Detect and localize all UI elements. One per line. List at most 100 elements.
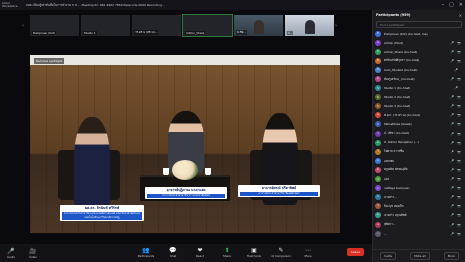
participant-row[interactable]: หห้องรูมเรียน_ (Co-host) 🎤 📷 (375, 74, 463, 83)
avatar: A (375, 39, 381, 46)
chat-button[interactable]: 💬 Chat (162, 244, 184, 260)
avatar: C (375, 66, 381, 73)
participant-name: Cam_Studio2 (Co-host) (384, 67, 418, 72)
leave-button[interactable]: Leave (347, 248, 364, 256)
spotlight-video[interactable]: Remove spotlight ผศ.ดร. จิรนันท์ ทวีรักษ… (30, 55, 340, 233)
participant-row[interactable]: •... 🎤 📷 (375, 229, 463, 238)
participant-name: SDInstitute (Guest) (384, 122, 412, 127)
participant-name: ... (384, 231, 387, 236)
avatar: S (375, 103, 381, 110)
name-caption: อาจารย์ศรณ์ ปรีดาธิพย์ อาจารย์ประจำสาขาว… (238, 185, 320, 197)
participant-name: Atit (384, 177, 389, 182)
video-button[interactable]: 🎥 Video (22, 245, 44, 261)
avatar: S (375, 121, 381, 128)
participant-row[interactable]: S Studio 3 (Co-host) 🎤 📷 (375, 102, 463, 111)
participant-name: nattaya boonjuan (384, 186, 410, 191)
meeting-title: ลงทะเบียนรู้เท่าทันสื่อในการทำงาน 5 ส ..… (26, 2, 165, 7)
mute-all-button[interactable]: Mute all (410, 252, 430, 260)
camera-off-icon: 📷 (457, 77, 461, 82)
mic-off-icon: 🎤 (450, 222, 455, 227)
participant-name: ครูคณิต พรหมอุทัย (384, 167, 408, 172)
thumbnail[interactable]: วร.ตร.น (สระน)... (132, 15, 181, 36)
flower-vase (172, 160, 198, 180)
host-tools-button[interactable]: ▣ Host tools (243, 244, 265, 260)
thumbnail-prev-icon[interactable]: ‹ (22, 23, 24, 29)
mic-off-icon: 🎤 (450, 186, 455, 191)
share-icon: ⬆ (224, 246, 230, 254)
participant-row[interactable]: ปปิยะนุช ทองเล็ก 🎤 📷 (375, 202, 463, 211)
participant-row[interactable]: A Admin (Host) 🎤 📷 (375, 38, 463, 47)
participant-row[interactable]: P Pumpruen (Kr2) (Co-host, me) (375, 29, 463, 38)
participant-row[interactable]: นนางสาว อรุณทิพย์ 🎤 📷 (375, 211, 463, 220)
participants-panel: Participants (959) ✕ Find a participant … (372, 10, 465, 262)
avatar: P (375, 30, 381, 37)
mic-off-icon: 🎤 (450, 177, 455, 182)
avatar: A (375, 157, 381, 164)
thumbnail[interactable]: Studio 1 (81, 15, 130, 36)
more-options-button[interactable]: More (443, 252, 459, 260)
audio-button[interactable]: 🎤 Audio (0, 245, 22, 261)
participant-row[interactable]: A Atit 🎤 📷 (375, 175, 463, 184)
thumbnail[interactable]: Pumpruen (Kr2) (30, 15, 79, 36)
mic-off-icon: 🎤 (450, 58, 455, 63)
participant-name: Admin (Host) (384, 40, 403, 45)
camera-off-icon: 📷 (457, 186, 461, 191)
meeting-toolbar: 🎤 Audio 🎥 Video 👥 Participants 💬 Chat ❤ Rea… (0, 244, 372, 262)
participant-row[interactable]: ศศกรินทร์ศศิกุลรา (Co-host) 🎤 📷 (375, 56, 463, 65)
mic-off-icon: 🎤 (450, 77, 455, 82)
thumbnail[interactable]: Admin_Share (182, 14, 233, 37)
participant-row[interactable]: S Studio 2 (Co-host) 🎤 📷 (375, 93, 463, 102)
participant-name: ADMIN (384, 158, 394, 163)
close-panel-icon[interactable]: ✕ (459, 13, 462, 18)
share-button[interactable]: ⬆ Share (216, 244, 238, 260)
participants-icon: 👥 (142, 246, 150, 254)
avatar: S (375, 94, 381, 101)
invite-button[interactable]: Invite (380, 252, 397, 260)
participant-row[interactable]: C Cam_Studio2 (Co-host) 🎤 (375, 65, 463, 74)
camera-off-icon: 📷 (457, 113, 461, 118)
close-window-button[interactable]: ✕ (459, 2, 463, 8)
participant-row[interactable]: A ADMIN 🎤 📷 (375, 156, 463, 165)
participant-name: Pumpruen (Kr2) (Co-host, me) (384, 31, 428, 36)
ai-companion-button[interactable]: ✎ AI Companion (270, 244, 292, 260)
participant-row[interactable]: พพ.ผ.ก. (วร.ตร.น) (Co-host) 🎤 📷 (375, 111, 463, 120)
maximize-button[interactable]: ▢ (449, 2, 454, 8)
participant-row[interactable]: ไไพศาล ถาวรชื่น 🎤 📷 (375, 147, 463, 156)
thumbnail[interactable]: พ.ชัย... (234, 15, 283, 36)
camera-off-icon: 📷 (457, 131, 461, 136)
participant-row[interactable]: n nattaya boonjuan 🎤 📷 (375, 184, 463, 193)
participant-search-input[interactable]: Find a participant (376, 21, 462, 28)
remove-spotlight-button[interactable]: Remove spotlight (34, 58, 65, 64)
minimize-button[interactable]: – (442, 2, 445, 8)
participant-row[interactable]: คครูคณิต พรหมอุทัย 🎤 📷 (375, 165, 463, 174)
participants-button[interactable]: 👥 Participants (135, 244, 157, 260)
participant-name: สุพัตรา... (384, 222, 396, 227)
more-button[interactable]: ⋯ More (297, 244, 319, 260)
participant-name: ไพศาล ถาวรชื่น (384, 149, 404, 154)
mic-off-icon: 🎤 (450, 158, 455, 163)
avatar: n (375, 185, 381, 192)
participant-row[interactable]: ปป. ปรีชา (Co-host) 🎤 📷 (375, 129, 463, 138)
camera-off-icon: 📷 (457, 149, 461, 154)
mic-off-icon: 🎤 (450, 140, 455, 145)
thumbnail[interactable]: S... (285, 15, 334, 36)
participant-row[interactable]: S SDInstitute (Guest) 🎤 📷 (375, 120, 463, 129)
thumbnail-next-icon[interactable]: › (335, 23, 337, 29)
avatar: ห (375, 139, 381, 146)
speaker-left (74, 117, 110, 209)
react-button[interactable]: ❤ React (189, 244, 211, 260)
camera-off-icon: 📷 (457, 231, 461, 236)
participant-row[interactable]: หห. Admin Teeraphon (...) 🎤 📷 (375, 138, 463, 147)
meeting-stage: ‹ Pumpruen (Kr2) Studio 1 วร.ตร.น (สระน)… (0, 10, 372, 244)
participant-name: นางสาว อรุณทิพย์ (384, 212, 407, 217)
name-caption: อาจารย์ปฏิภาณ นาคาแสง อาจารย์ประจำสาขาวิ… (145, 187, 227, 199)
participant-row[interactable]: นนางสาว... 🎤 📷 (375, 193, 463, 202)
participant-row[interactable]: S Studio 1 (Co-host) 🎤 (375, 84, 463, 93)
participant-row[interactable]: สสุพัตรา... 🎤 📷 (375, 220, 463, 229)
avatar: น (375, 194, 381, 201)
avatar: ศ (375, 57, 381, 64)
participant-row[interactable]: A Admin_Share (Co-host) 🎤 📷 (375, 47, 463, 56)
camera-off-icon: 📷 (457, 122, 461, 127)
microphone-icon: 🎤 (7, 247, 15, 255)
camera-off-icon: 📷 (457, 58, 461, 63)
